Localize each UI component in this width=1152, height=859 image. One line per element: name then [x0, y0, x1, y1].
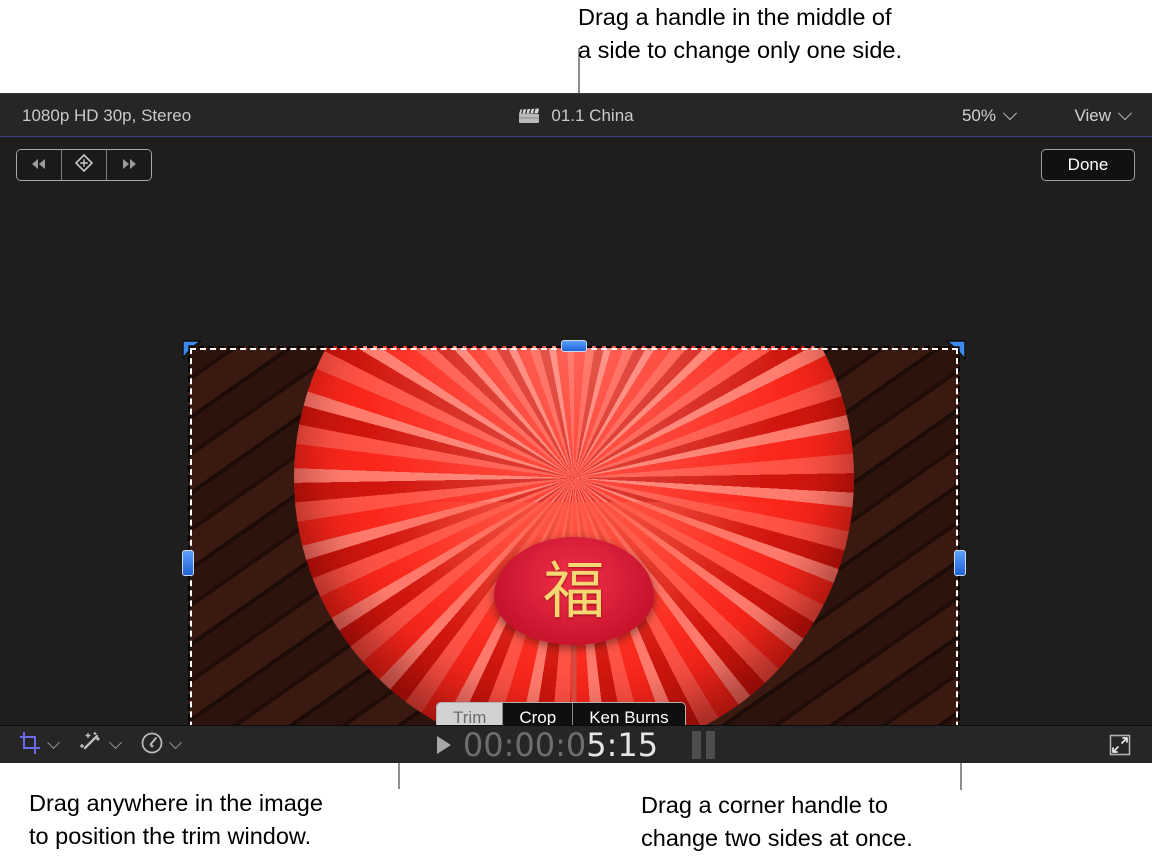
reset-position-button[interactable] [62, 150, 107, 180]
selection-border-dashed [190, 348, 958, 763]
go-to-previous-edit-button[interactable] [17, 150, 62, 180]
go-to-next-edit-button[interactable] [107, 150, 151, 180]
crop-handle-top-right[interactable] [944, 338, 968, 362]
pause-bars-icon[interactable] [692, 731, 715, 759]
chevron-down-icon [1003, 106, 1017, 120]
play-triangle-icon[interactable] [437, 736, 451, 754]
zoom-level-value: 50% [962, 106, 996, 126]
trim-crop-frame[interactable]: 福 [188, 346, 960, 763]
playhead-nav-cluster [16, 149, 152, 181]
crop-handle-top-left[interactable] [180, 338, 204, 362]
timecode-leading: 00:00:0 [463, 726, 586, 763]
viewer-info-bar: 1080p HD 30p, Stereo 01.1 China 50% View [0, 93, 1152, 137]
crop-handle-left-middle[interactable] [182, 550, 194, 576]
viewer-canvas[interactable]: Done 福 [0, 137, 1152, 725]
crop-handle-top-middle[interactable] [561, 340, 587, 352]
viewer-window: 1080p HD 30p, Stereo 01.1 China 50% View [0, 93, 1152, 763]
crop-handle-right-middle[interactable] [954, 550, 966, 576]
diamond-crosshair-icon [75, 154, 93, 177]
view-menu[interactable]: View [1074, 106, 1130, 126]
timecode-display[interactable]: 00:00:05:15 [463, 726, 658, 763]
view-menu-label: View [1074, 106, 1111, 126]
double-chevron-right-icon [119, 157, 139, 174]
callout-corner-handle: Drag a corner handle to change two sides… [641, 789, 913, 855]
timecode-active: 5:15 [586, 726, 658, 763]
done-button[interactable]: Done [1041, 149, 1135, 181]
chevron-down-icon [1118, 106, 1132, 120]
playback-timecode-group: 00:00:05:15 [0, 726, 1152, 763]
callout-side-handle: Drag a handle in the middle of a side to… [578, 1, 902, 67]
zoom-level-menu[interactable]: 50% [962, 106, 1015, 126]
double-chevron-left-icon [29, 157, 49, 174]
clapperboard-icon [518, 108, 540, 124]
expand-diagonal-icon[interactable] [1108, 733, 1132, 757]
clip-name-label: 01.1 China [551, 106, 633, 126]
selection-border-dark [188, 346, 960, 763]
callout-drag-image: Drag anywhere in the image to position t… [29, 787, 323, 853]
viewer-bottom-toolbar: 00:00:05:15 [0, 725, 1152, 763]
